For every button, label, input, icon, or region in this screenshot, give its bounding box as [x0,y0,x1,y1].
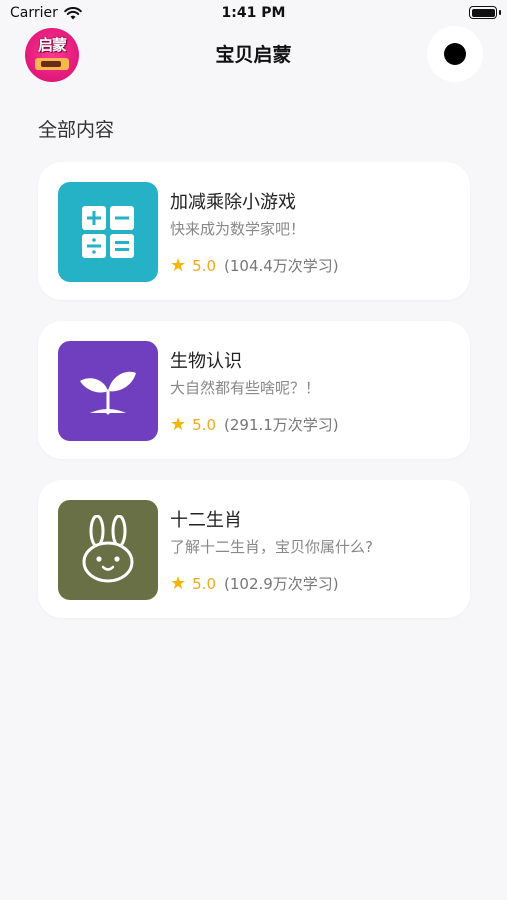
learn-count: (104.4万次学习) [224,257,339,275]
card-subtitle: 大自然都有些啥呢？！ [170,379,321,397]
learn-count: (102.9万次学习) [224,575,339,593]
learn-count: (291.1万次学习) [224,416,339,434]
card-title: 生物认识 [170,351,242,372]
card-title: 加减乘除小游戏 [170,192,296,213]
record-dot-icon [444,43,466,65]
card-rating: ★ 5.0 (104.4万次学习) [170,255,339,276]
course-card-math[interactable]: 加减乘除小游戏 快来成为数学家吧！ ★ 5.0 (104.4万次学习) [38,162,470,300]
rating-value: 5.0 [192,574,216,593]
rating-value: 5.0 [192,256,216,275]
status-time: 1:41 PM [221,5,286,21]
card-subtitle: 快来成为数学家吧！ [170,220,306,238]
rating-value: 5.0 [192,415,216,434]
rabbit-icon [58,500,158,600]
star-icon: ★ [170,254,187,276]
card-rating: ★ 5.0 (291.1万次学习) [170,414,339,435]
course-card-biology[interactable]: 生物认识 大自然都有些啥呢？！ ★ 5.0 (291.1万次学习) [38,321,470,459]
card-rating: ★ 5.0 (102.9万次学习) [170,573,339,594]
status-bar: Carrier 1:41 PM [0,0,507,28]
sprout-icon [58,341,158,441]
math-operators-icon [58,182,158,282]
nav-bar: 启蒙 宝贝启蒙 [0,26,507,82]
star-icon: ★ [170,413,187,435]
star-icon: ★ [170,572,187,594]
record-button[interactable] [427,26,483,82]
battery-cap [499,10,501,15]
battery-icon [469,6,497,19]
section-title: 全部内容 [38,119,115,141]
card-subtitle: 了解十二生肖，宝贝你属什么? [170,538,373,556]
course-card-zodiac[interactable]: 十二生肖 了解十二生肖，宝贝你属什么? ★ 5.0 (102.9万次学习) [38,480,470,618]
card-title: 十二生肖 [170,510,242,531]
